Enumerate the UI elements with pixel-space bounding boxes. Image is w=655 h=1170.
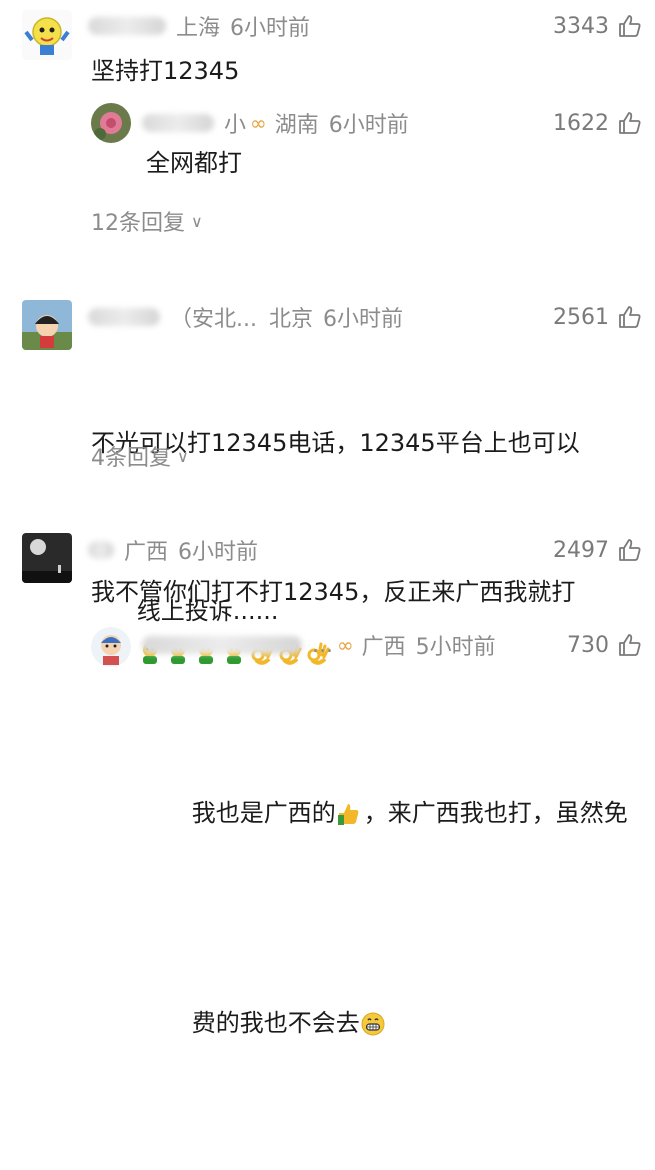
timestamp: 5小时前 bbox=[415, 635, 496, 660]
replies-count-label: 4条回复 bbox=[91, 446, 171, 471]
thumbs-up-emoji-icon bbox=[337, 804, 359, 825]
timestamp: 6小时前 bbox=[230, 16, 311, 41]
location: 上海 bbox=[176, 16, 221, 41]
expand-replies-button[interactable]: 4条回复 ∨ bbox=[91, 440, 189, 472]
like-button[interactable]: 2561 bbox=[553, 302, 643, 332]
username-tail: 小 bbox=[224, 113, 247, 138]
comment-meta: （安北... 北京 6小时前 bbox=[88, 302, 403, 332]
comment-meta: 广西 6小时前 bbox=[88, 535, 258, 565]
like-count: 1622 bbox=[553, 110, 609, 136]
thumbs-up-icon bbox=[619, 634, 641, 656]
thumbs-up-icon bbox=[619, 15, 641, 37]
reply-text-segment: ，来广西我也打，虽然免 bbox=[363, 799, 628, 827]
avatar-cartoon-icon bbox=[91, 627, 131, 667]
timestamp: 6小时前 bbox=[323, 307, 403, 332]
avatar-flower-icon bbox=[91, 103, 131, 143]
reply-avatar[interactable] bbox=[91, 627, 131, 667]
reply-text: 我也是广西的 ，来广西我也打，虽然免 费的我也不会去 bbox=[146, 666, 628, 1170]
like-count: 3343 bbox=[553, 13, 609, 39]
location: 北京 bbox=[268, 307, 313, 332]
grinning-emoji-icon bbox=[361, 1012, 385, 1036]
username-blurred[interactable] bbox=[88, 541, 114, 559]
like-count: 2497 bbox=[553, 537, 609, 563]
comment-meta: 上海 6小时前 bbox=[88, 11, 310, 41]
reply-meta: 小 ∞ 湖南 6小时前 bbox=[142, 108, 409, 138]
reply-text-segment: 费的我也不会去 bbox=[191, 1009, 360, 1037]
like-button[interactable]: 1622 bbox=[553, 108, 643, 138]
thumbs-up-icon bbox=[619, 112, 641, 134]
comment-text: 坚持打12345 bbox=[91, 57, 240, 85]
thumbs-up-icon bbox=[619, 539, 641, 561]
location: 广西 bbox=[361, 635, 406, 660]
reply-meta: ... ∞ 广西 5小时前 bbox=[142, 630, 496, 660]
reply-text-segment: 我也是广西的 bbox=[191, 799, 336, 827]
avatar[interactable] bbox=[22, 533, 72, 583]
reply-text-line-1: 我也是广西的 ，来广西我也打，虽然免 bbox=[146, 750, 628, 876]
expand-replies-button[interactable]: 12条回复 ∨ bbox=[91, 205, 203, 237]
avatar[interactable] bbox=[22, 10, 72, 60]
thumbs-up-icon bbox=[619, 306, 641, 328]
avatar-cartoon-icon bbox=[22, 300, 72, 350]
replies-count-label: 12条回复 bbox=[91, 211, 185, 236]
username-blurred[interactable] bbox=[88, 308, 160, 326]
username-blurred[interactable] bbox=[88, 17, 166, 35]
chevron-down-icon: ∨ bbox=[191, 211, 203, 231]
comment-text: 我不管你们打不打12345，反正来广西我就打 bbox=[91, 578, 576, 606]
reply-avatar[interactable] bbox=[91, 103, 131, 143]
username-blurred[interactable] bbox=[142, 636, 302, 654]
like-button[interactable]: 730 bbox=[567, 630, 643, 660]
vip-badge-icon: ∞ bbox=[250, 111, 267, 135]
avatar-moon-icon bbox=[22, 533, 72, 583]
username-tail: ... bbox=[312, 632, 333, 658]
like-button[interactable]: 3343 bbox=[553, 11, 643, 41]
username-suffix: （安北... bbox=[170, 307, 257, 332]
like-button[interactable]: 2497 bbox=[553, 535, 643, 565]
avatar[interactable] bbox=[22, 300, 72, 350]
username-blurred[interactable] bbox=[142, 114, 214, 132]
chevron-down-icon: ∨ bbox=[177, 446, 189, 466]
location: 湖南 bbox=[274, 113, 319, 138]
location: 广西 bbox=[124, 540, 169, 565]
reply-text: 全网都打 bbox=[146, 149, 242, 177]
avatar-cartoon-icon bbox=[22, 10, 72, 60]
vip-badge-icon: ∞ bbox=[336, 633, 354, 657]
like-count: 2561 bbox=[553, 304, 609, 330]
timestamp: 6小时前 bbox=[178, 540, 259, 565]
timestamp: 6小时前 bbox=[328, 113, 409, 138]
like-count: 730 bbox=[567, 632, 609, 658]
reply-text-line-2: 费的我也不会去 bbox=[146, 960, 628, 1086]
